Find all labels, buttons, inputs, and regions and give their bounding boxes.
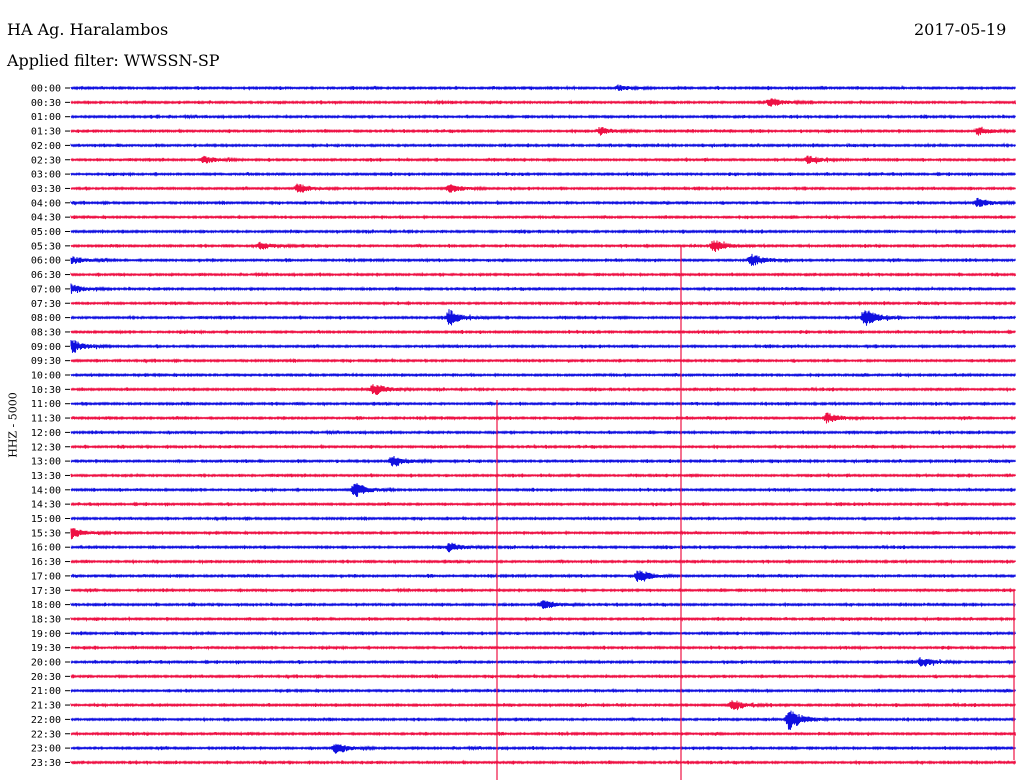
time-label: 04:00 [31, 198, 61, 209]
time-label: 06:00 [31, 256, 61, 267]
time-label: 21:00 [31, 686, 61, 697]
time-label: 13:00 [31, 457, 61, 468]
trace-row [70, 528, 1016, 540]
time-label: 23:00 [31, 744, 61, 755]
trace-row [70, 515, 1016, 522]
trace-row [70, 630, 1016, 637]
time-label: 16:30 [31, 557, 61, 568]
trace-row [70, 384, 1016, 395]
time-label: 14:30 [31, 500, 61, 511]
time-label: 06:30 [31, 270, 61, 281]
trace-row [70, 615, 1016, 623]
time-label: 22:30 [31, 729, 61, 740]
time-label: 00:30 [31, 98, 61, 109]
trace-row [70, 372, 1016, 379]
time-label: 20:00 [31, 658, 61, 669]
time-label: 02:30 [31, 155, 61, 166]
time-label: 07:30 [31, 299, 61, 310]
trace-row [70, 253, 1016, 266]
trace-row [70, 429, 1016, 436]
trace-row [70, 142, 1016, 149]
trace-row [70, 700, 1016, 711]
trace-row [70, 84, 1016, 91]
trace-row [70, 743, 1016, 754]
trace-row [70, 328, 1016, 336]
time-label: 16:00 [31, 543, 61, 554]
time-label: 11:30 [31, 414, 61, 425]
trace-row [70, 283, 1016, 294]
time-label: 17:00 [31, 571, 61, 582]
time-label: 19:30 [31, 643, 61, 654]
time-label: 07:00 [31, 284, 61, 295]
time-label: 19:00 [31, 629, 61, 640]
trace-row [70, 98, 1016, 107]
trace-row [70, 443, 1016, 450]
trace-row [70, 558, 1016, 565]
time-label: 08:30 [31, 327, 61, 338]
time-label: 11:00 [31, 399, 61, 410]
time-label: 01:30 [31, 127, 61, 138]
trace-row [70, 412, 1016, 424]
trace-row [70, 710, 1016, 730]
trace-row [70, 657, 1016, 667]
trace-row [70, 309, 1016, 326]
trace-row [70, 400, 1016, 407]
trace-row [70, 644, 1016, 651]
trace-row [70, 730, 1016, 737]
time-label: 20:30 [31, 672, 61, 683]
trace-row [70, 197, 1016, 207]
trace-row [70, 472, 1016, 479]
time-label: 18:30 [31, 614, 61, 625]
time-label: 00:00 [31, 84, 61, 95]
trace-row [70, 673, 1016, 680]
time-label: 03:30 [31, 184, 61, 195]
time-label: 01:00 [31, 112, 61, 123]
trace-row [70, 300, 1016, 307]
trace-row [70, 501, 1016, 508]
trace-row [70, 183, 1016, 193]
time-label: 10:00 [31, 371, 61, 382]
trace-row [70, 687, 1016, 694]
time-label: 15:00 [31, 514, 61, 525]
trace-row [70, 542, 1016, 553]
trace-row [70, 228, 1016, 235]
helicorder-plot: 00:00 00:30 01:00 01:30 02:00 02:30 03:00 03:30… [31, 84, 1016, 780]
time-label: 12:00 [31, 428, 61, 439]
trace-row [70, 126, 1016, 136]
time-label: 05:30 [31, 241, 61, 252]
time-label: 22:00 [31, 715, 61, 726]
trace-row [70, 339, 1016, 353]
trace-row [70, 455, 1016, 467]
time-label: 21:30 [31, 701, 61, 712]
time-label: 23:30 [31, 758, 61, 769]
time-axis: 00:00 00:30 01:00 01:30 02:00 02:30 03:00 03:30… [31, 84, 70, 769]
time-label: 04:30 [31, 213, 61, 224]
time-label: 09:00 [31, 342, 61, 353]
time-label: 12:30 [31, 442, 61, 453]
time-label: 02:00 [31, 141, 61, 152]
trace-row [70, 155, 1016, 164]
trace-row [70, 759, 1016, 766]
trace-row [70, 483, 1016, 497]
trace-row [70, 113, 1016, 120]
time-label: 18:00 [31, 600, 61, 611]
trace-row [70, 214, 1016, 221]
time-label: 14:00 [31, 485, 61, 496]
time-label: 09:30 [31, 356, 61, 367]
time-label: 05:00 [31, 227, 61, 238]
trace-row [70, 587, 1016, 594]
trace-row [70, 240, 1016, 253]
time-label: 13:30 [31, 471, 61, 482]
time-label: 03:00 [31, 170, 61, 181]
trace-row [70, 171, 1016, 178]
trace-row [70, 600, 1016, 609]
time-label: 15:30 [31, 528, 61, 539]
trace-row [70, 271, 1016, 278]
time-label: 08:00 [31, 313, 61, 324]
time-label: 10:30 [31, 385, 61, 396]
trace-row [70, 357, 1016, 364]
trace-row [70, 570, 1016, 582]
time-label: 17:30 [31, 586, 61, 597]
